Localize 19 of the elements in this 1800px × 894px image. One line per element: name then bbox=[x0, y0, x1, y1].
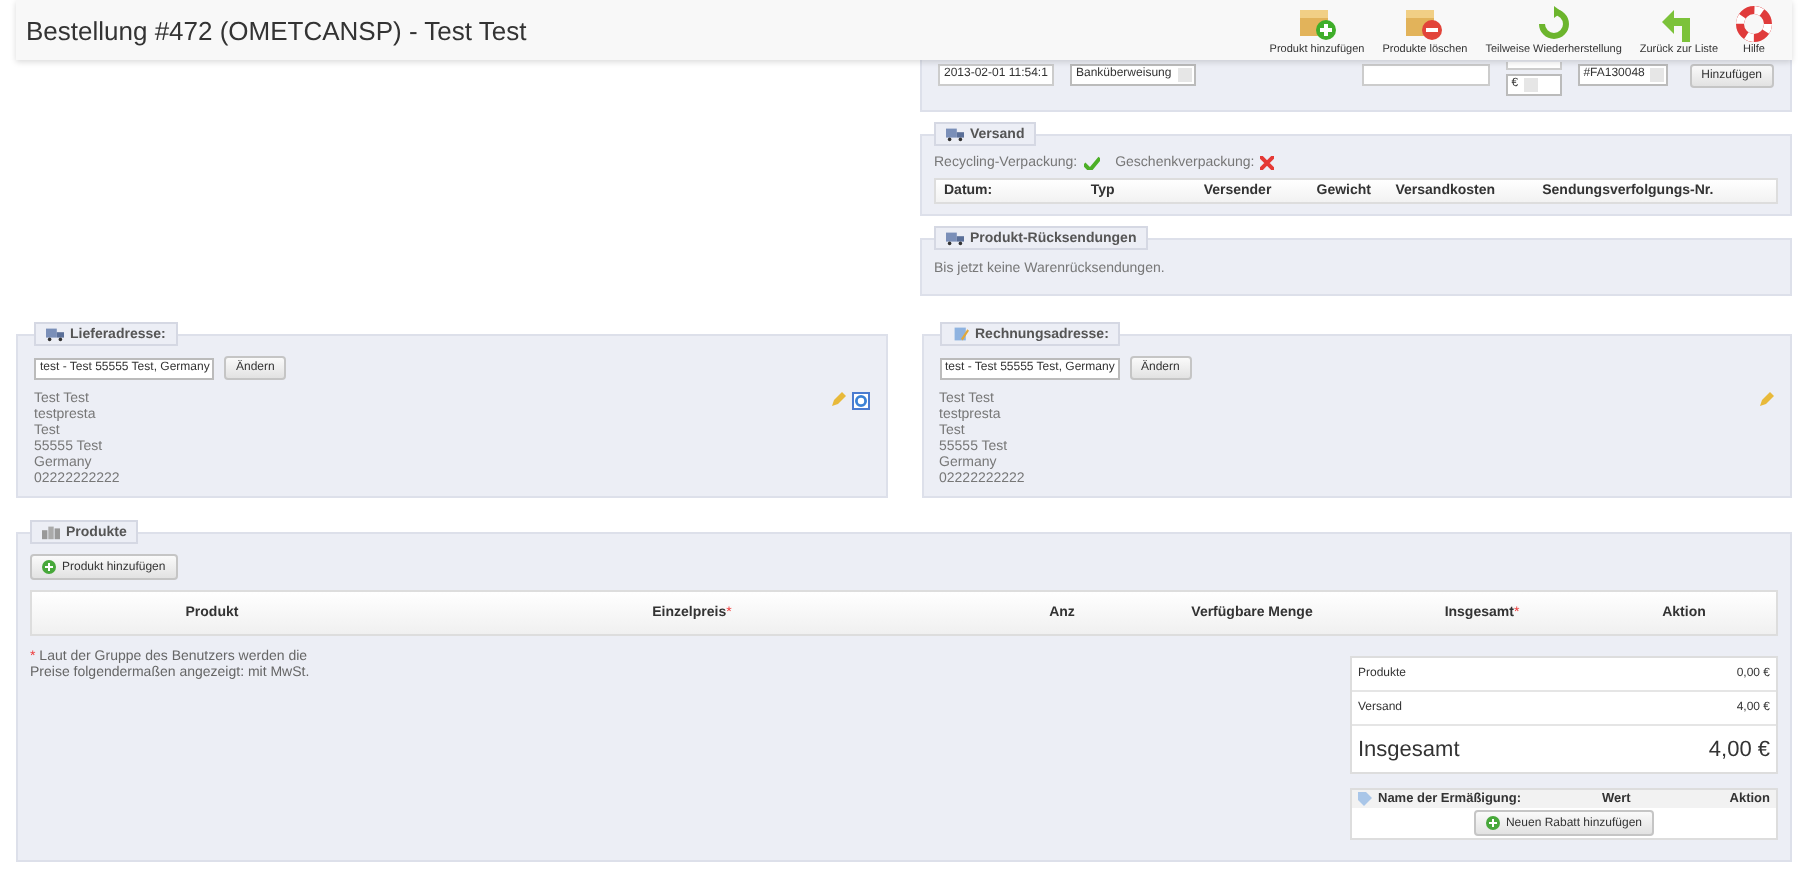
document-icon bbox=[951, 326, 969, 342]
pencil-icon[interactable] bbox=[831, 392, 845, 406]
plus-icon bbox=[42, 560, 56, 574]
page-title: Bestellung #472 (OMETCANSP) - Test Test bbox=[26, 15, 527, 45]
tag-icon bbox=[1358, 792, 1372, 806]
truck-icon bbox=[946, 126, 964, 142]
box-plus-icon bbox=[1297, 5, 1337, 41]
text-field[interactable] bbox=[1505, 62, 1562, 70]
refresh-icon bbox=[1535, 5, 1572, 41]
plus-icon bbox=[1485, 816, 1500, 830]
truck-icon bbox=[946, 230, 964, 246]
pencil-icon[interactable] bbox=[1760, 392, 1774, 406]
amount-field[interactable] bbox=[1361, 64, 1490, 86]
boxes-icon bbox=[42, 524, 60, 540]
truck-icon bbox=[46, 326, 64, 342]
box-minus-icon bbox=[1404, 5, 1445, 41]
summary-label: Insgesamt bbox=[1358, 737, 1460, 761]
summary-value: 4,00 € bbox=[1708, 737, 1770, 761]
lifebuoy-icon bbox=[1736, 5, 1772, 41]
